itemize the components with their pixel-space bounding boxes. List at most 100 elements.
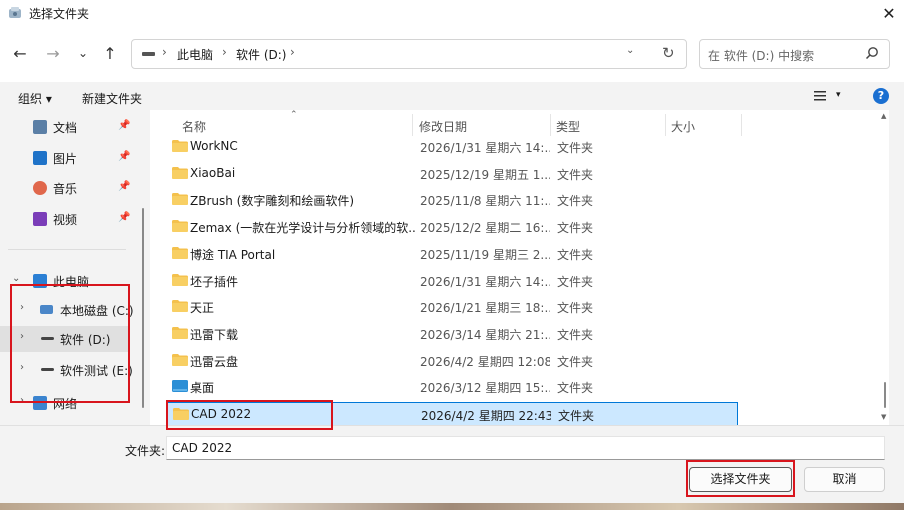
sidebar-item-pictures[interactable]: 图片 📌: [0, 145, 138, 171]
highlight-box-drives: [10, 284, 130, 403]
folder-icon: [172, 326, 188, 339]
folder-icon: [172, 246, 188, 259]
file-name: 迅雷下载: [190, 327, 239, 342]
folder-row[interactable]: 天正 2026/1/21 星期三 18:... 文件夹: [166, 295, 738, 319]
folder-row[interactable]: XiaoBai 2025/12/19 星期五 1... 文件夹: [166, 162, 738, 186]
drive-icon: [142, 52, 155, 56]
scrollbar-thumb[interactable]: [884, 382, 886, 408]
highlight-box-select-button: [686, 460, 795, 497]
back-button[interactable]: ←: [10, 43, 30, 63]
file-type: 文件夹: [557, 301, 594, 316]
folder-name-input[interactable]: CAD 2022: [166, 436, 885, 460]
scroll-down-icon[interactable]: ▼: [881, 413, 886, 421]
organize-menu-button[interactable]: 组织 ▾: [18, 90, 52, 107]
column-divider[interactable]: [550, 114, 551, 136]
sidebar-divider: [8, 249, 126, 250]
command-bar: 组织 ▾ 新建文件夹 ▾: [0, 82, 904, 110]
folder-row[interactable]: 迅雷云盘 2026/4/2 星期四 12:08 文件夹: [166, 349, 738, 373]
sidebar-scrollbar[interactable]: [142, 208, 144, 408]
folder-icon: [172, 300, 188, 313]
column-divider[interactable]: [412, 114, 413, 136]
file-modified-date: 2026/4/2 星期四 12:08: [420, 354, 550, 369]
file-name: XiaoBai: [190, 165, 236, 180]
file-modified-date: 2025/11/19 星期三 2...: [420, 247, 550, 262]
chevron-right-icon[interactable]: ›: [290, 45, 295, 59]
folder-picker-dialog: 选择文件夹 ✕ ← → ⌄ ↑ › 此电脑 › 软件 (D:) › ⌄ ↻ 在 …: [0, 0, 904, 504]
file-modified-date: 2026/1/31 星期六 14:...: [420, 141, 550, 155]
view-dropdown-icon[interactable]: ▾: [836, 90, 841, 100]
folder-icon: [172, 220, 188, 233]
file-name: 迅雷云盘: [190, 354, 239, 369]
file-name: Zemax (一款在光学设计与分析领域的软...: [190, 221, 415, 236]
folder-icon: [172, 166, 188, 179]
column-divider[interactable]: [665, 114, 666, 136]
file-type: 文件夹: [557, 381, 594, 396]
app-icon: [9, 7, 21, 18]
sidebar-item-label: 音乐: [53, 182, 78, 196]
pictures-icon: [33, 151, 47, 165]
search-icon: [865, 47, 878, 60]
forward-button[interactable]: →: [43, 43, 63, 63]
file-type: 文件夹: [557, 354, 594, 369]
file-type: 文件夹: [557, 221, 594, 236]
address-bar[interactable]: › 此电脑 › 软件 (D:) › ⌄ ↻: [131, 39, 687, 69]
help-icon[interactable]: ?: [873, 88, 889, 104]
folder-row[interactable]: Zemax (一款在光学设计与分析领域的软... 2025/12/2 星期二 16…: [166, 215, 738, 239]
up-button[interactable]: ↑: [100, 43, 120, 63]
file-name: 桌面: [190, 381, 215, 396]
folder-row[interactable]: 坯子插件 2026/1/31 星期六 14:... 文件夹: [166, 269, 738, 293]
cancel-button[interactable]: 取消: [804, 467, 885, 492]
search-box[interactable]: 在 软件 (D:) 中搜索: [699, 39, 890, 69]
file-type: 文件夹: [557, 247, 594, 262]
pin-icon: 📌: [118, 151, 131, 162]
file-list-scrollbar[interactable]: ▲ ▼: [881, 110, 889, 425]
chevron-right-icon: ›: [222, 45, 227, 59]
pin-icon: 📌: [118, 120, 131, 131]
folder-icon: [172, 140, 188, 152]
breadcrumb-this-pc[interactable]: 此电脑: [177, 46, 213, 63]
file-modified-date: 2026/3/12 星期四 15:...: [420, 381, 550, 396]
sidebar-item-label: 文档: [53, 121, 78, 135]
new-folder-button[interactable]: 新建文件夹: [82, 90, 142, 107]
sidebar-item-music[interactable]: 音乐 📌: [0, 175, 138, 201]
file-name: WorkNC: [190, 139, 238, 153]
file-type: 文件夹: [557, 167, 594, 182]
file-modified-date: 2026/3/14 星期六 21:...: [420, 327, 550, 342]
collapse-icon[interactable]: ⌄: [12, 273, 20, 284]
recent-locations-button[interactable]: ⌄: [73, 43, 93, 63]
file-type: 文件夹: [557, 274, 594, 289]
search-placeholder: 在 软件 (D:) 中搜索: [708, 49, 815, 63]
file-modified-date: 2026/1/21 星期三 18:...: [420, 301, 550, 316]
file-modified-date: 2025/12/2 星期二 16:...: [420, 221, 550, 236]
close-button[interactable]: ✕: [876, 1, 902, 25]
folder-icon: [172, 353, 188, 366]
chevron-down-icon: ⌄: [77, 46, 89, 60]
folder-row[interactable]: WorkNC 2026/1/31 星期六 14:... 文件夹: [166, 135, 738, 159]
sort-ascending-icon: ⌃: [290, 110, 298, 120]
folder-row[interactable]: 迅雷下载 2026/3/14 星期六 21:... 文件夹: [166, 322, 738, 346]
file-modified-date: 2025/12/19 星期五 1...: [420, 167, 550, 182]
up-arrow-icon: ↑: [103, 43, 117, 63]
file-list: ⌃ 名称 修改日期 类型 大小 WorkNC 2026/1/31 星期六 14:.…: [150, 110, 889, 425]
folder-row[interactable]: 博途 TIA Portal 2025/11/19 星期三 2... 文件夹: [166, 242, 738, 266]
file-modified-date: 2025/11/8 星期六 11:...: [420, 194, 550, 209]
file-name: 坯子插件: [190, 274, 239, 289]
file-type: 文件夹: [558, 409, 595, 423]
folder-icon: [172, 273, 188, 286]
folder-row[interactable]: 桌面 2026/3/12 星期四 15:... 文件夹: [166, 375, 738, 399]
sidebar-item-videos[interactable]: 视频 📌: [0, 206, 138, 232]
folder-row[interactable]: ZBrush (数字雕刻和绘画软件) 2025/11/8 星期六 11:... 文件…: [166, 188, 738, 212]
chevron-right-icon: ›: [162, 45, 167, 59]
refresh-icon[interactable]: ↻: [662, 44, 675, 62]
view-list-icon[interactable]: [814, 91, 828, 101]
address-dropdown-icon[interactable]: ⌄: [626, 45, 634, 56]
breadcrumb-drive-d[interactable]: 软件 (D:): [236, 46, 286, 63]
folder-field-label: 文件夹:: [125, 444, 166, 458]
highlight-box-selected-folder: [166, 400, 333, 430]
sidebar-item-documents[interactable]: 文档 📌: [0, 114, 138, 140]
folder-icon: [172, 193, 188, 206]
file-name: 天正: [190, 301, 215, 316]
file-type: 文件夹: [557, 141, 594, 155]
column-divider[interactable]: [741, 114, 742, 136]
scroll-up-icon[interactable]: ▲: [881, 112, 886, 120]
